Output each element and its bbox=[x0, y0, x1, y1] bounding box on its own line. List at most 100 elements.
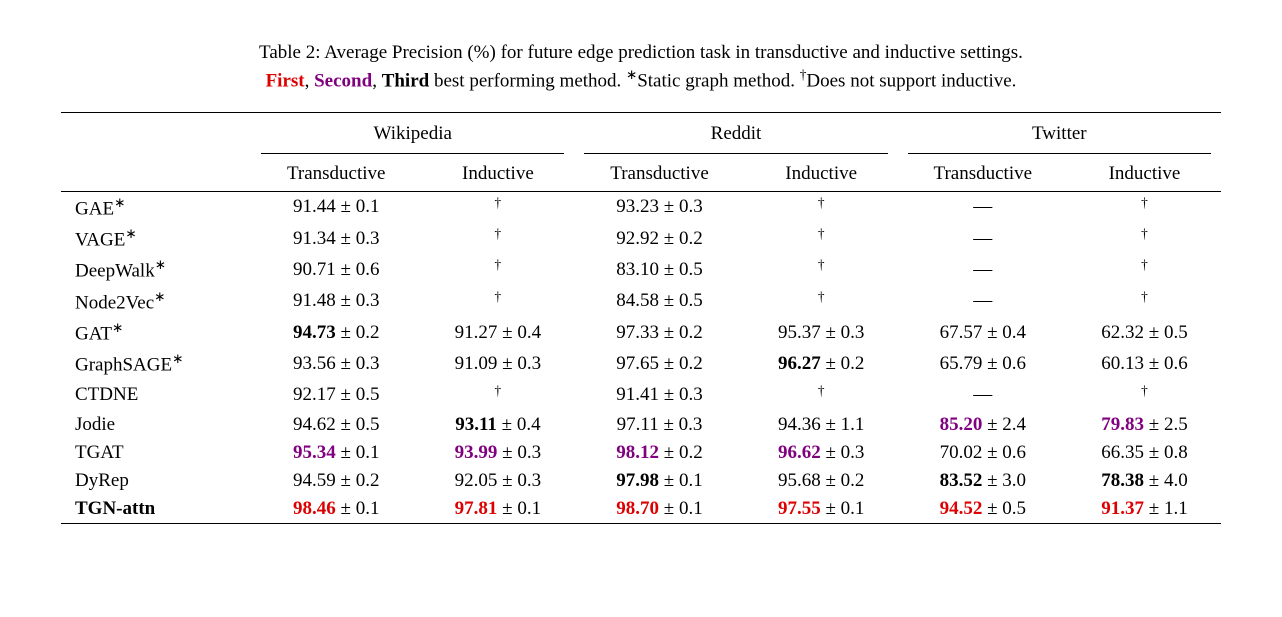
header-dataset: Wikipedia bbox=[251, 112, 574, 151]
table-row: Jodie94.62 ± 0.593.11 ± 0.497.11 ± 0.394… bbox=[61, 411, 1221, 439]
value-cell: 93.11 ± 0.4 bbox=[421, 411, 574, 439]
value-cell: 94.73 ± 0.2 bbox=[251, 317, 421, 348]
method-cell: CTDNE bbox=[61, 380, 251, 411]
value-cell: 65.79 ± 0.6 bbox=[898, 348, 1068, 379]
table-row: GraphSAGE∗93.56 ± 0.391.09 ± 0.397.65 ± … bbox=[61, 348, 1221, 379]
value-cell: 92.05 ± 0.3 bbox=[421, 467, 574, 495]
header-setting: Inductive bbox=[745, 157, 898, 192]
value-cell: 60.13 ± 0.6 bbox=[1068, 348, 1221, 379]
value-cell: † bbox=[1068, 223, 1221, 254]
value-cell: 94.59 ± 0.2 bbox=[251, 467, 421, 495]
value-cell: 84.58 ± 0.5 bbox=[574, 286, 744, 317]
value-cell: 70.02 ± 0.6 bbox=[898, 439, 1068, 467]
value-cell: 90.71 ± 0.6 bbox=[251, 254, 421, 285]
value-cell: † bbox=[745, 286, 898, 317]
method-cell: Jodie bbox=[61, 411, 251, 439]
header-setting: Transductive bbox=[574, 157, 744, 192]
asterisk-icon: ∗ bbox=[112, 320, 123, 335]
dagger-icon: † bbox=[818, 383, 825, 398]
asterisk-icon: ∗ bbox=[154, 289, 165, 304]
table-row: TGN-attn98.46 ± 0.197.81 ± 0.198.70 ± 0.… bbox=[61, 495, 1221, 524]
value-cell: 91.37 ± 1.1 bbox=[1068, 495, 1221, 524]
header-setting: Inductive bbox=[421, 157, 574, 192]
header-setting: Inductive bbox=[1068, 157, 1221, 192]
asterisk-icon: ∗ bbox=[125, 226, 136, 241]
header-empty bbox=[61, 157, 251, 192]
method-cell: VAGE∗ bbox=[61, 223, 251, 254]
value-cell: 94.62 ± 0.5 bbox=[251, 411, 421, 439]
caption-title: Average Precision (%) for future edge pr… bbox=[324, 42, 1023, 63]
value-cell: 83.10 ± 0.5 bbox=[574, 254, 744, 285]
value-cell: † bbox=[421, 286, 574, 317]
table-row: CTDNE92.17 ± 0.5†91.41 ± 0.3†—† bbox=[61, 380, 1221, 411]
caption-first-label: First bbox=[266, 70, 305, 91]
dagger-icon: † bbox=[495, 257, 502, 272]
method-cell: DeepWalk∗ bbox=[61, 254, 251, 285]
asterisk-icon: ∗ bbox=[626, 67, 637, 82]
value-cell: 97.11 ± 0.3 bbox=[574, 411, 744, 439]
value-cell: 93.56 ± 0.3 bbox=[251, 348, 421, 379]
value-cell: 93.99 ± 0.3 bbox=[421, 439, 574, 467]
method-cell: TGAT bbox=[61, 439, 251, 467]
value-cell: 98.12 ± 0.2 bbox=[574, 439, 744, 467]
dagger-icon: † bbox=[495, 289, 502, 304]
dagger-icon: † bbox=[818, 289, 825, 304]
asterisk-icon: ∗ bbox=[155, 257, 166, 272]
value-cell: 79.83 ± 2.5 bbox=[1068, 411, 1221, 439]
table-row: DeepWalk∗90.71 ± 0.6†83.10 ± 0.5†—† bbox=[61, 254, 1221, 285]
value-cell: 66.35 ± 0.8 bbox=[1068, 439, 1221, 467]
value-cell: 91.27 ± 0.4 bbox=[421, 317, 574, 348]
table-row: DyRep94.59 ± 0.292.05 ± 0.397.98 ± 0.195… bbox=[61, 467, 1221, 495]
value-cell: 91.48 ± 0.3 bbox=[251, 286, 421, 317]
dagger-icon: † bbox=[818, 226, 825, 241]
dagger-icon: † bbox=[1141, 383, 1148, 398]
value-cell: † bbox=[421, 380, 574, 411]
method-cell: TGN-attn bbox=[61, 495, 251, 524]
value-cell: 96.62 ± 0.3 bbox=[745, 439, 898, 467]
value-cell: 94.36 ± 1.1 bbox=[745, 411, 898, 439]
dagger-icon: † bbox=[495, 226, 502, 241]
value-cell: † bbox=[421, 191, 574, 223]
value-cell: 97.65 ± 0.2 bbox=[574, 348, 744, 379]
value-cell: — bbox=[898, 254, 1068, 285]
header-dataset: Reddit bbox=[574, 112, 897, 151]
value-cell: 92.17 ± 0.5 bbox=[251, 380, 421, 411]
dagger-icon: † bbox=[1141, 195, 1148, 210]
value-cell: 91.34 ± 0.3 bbox=[251, 223, 421, 254]
table-caption: Table 2: Average Precision (%) for futur… bbox=[60, 40, 1222, 94]
value-cell: † bbox=[745, 380, 898, 411]
caption-note1: Static graph method. bbox=[637, 70, 795, 91]
value-cell: 91.41 ± 0.3 bbox=[574, 380, 744, 411]
value-cell: 92.92 ± 0.2 bbox=[574, 223, 744, 254]
value-cell: 97.81 ± 0.1 bbox=[421, 495, 574, 524]
table-row: TGAT95.34 ± 0.193.99 ± 0.398.12 ± 0.296.… bbox=[61, 439, 1221, 467]
value-cell: † bbox=[1068, 286, 1221, 317]
value-cell: 95.37 ± 0.3 bbox=[745, 317, 898, 348]
value-cell: 83.52 ± 3.0 bbox=[898, 467, 1068, 495]
value-cell: 97.55 ± 0.1 bbox=[745, 495, 898, 524]
value-cell: † bbox=[745, 254, 898, 285]
value-cell: 97.98 ± 0.1 bbox=[574, 467, 744, 495]
table-row: GAE∗91.44 ± 0.1†93.23 ± 0.3†—† bbox=[61, 191, 1221, 223]
value-cell: † bbox=[1068, 380, 1221, 411]
value-cell: — bbox=[898, 286, 1068, 317]
value-cell: 91.09 ± 0.3 bbox=[421, 348, 574, 379]
value-cell: † bbox=[1068, 254, 1221, 285]
value-cell: 93.23 ± 0.3 bbox=[574, 191, 744, 223]
value-cell: 95.34 ± 0.1 bbox=[251, 439, 421, 467]
value-cell: 94.52 ± 0.5 bbox=[898, 495, 1068, 524]
value-cell: 96.27 ± 0.2 bbox=[745, 348, 898, 379]
dagger-icon: † bbox=[1141, 289, 1148, 304]
dagger-icon: † bbox=[818, 195, 825, 210]
value-cell: † bbox=[1068, 191, 1221, 223]
asterisk-icon: ∗ bbox=[172, 351, 183, 366]
method-cell: DyRep bbox=[61, 467, 251, 495]
dagger-icon: † bbox=[818, 257, 825, 272]
value-cell: † bbox=[421, 223, 574, 254]
caption-second-label: Second bbox=[314, 70, 372, 91]
caption-label: Table 2: bbox=[259, 42, 320, 63]
caption-note2: Does not support inductive. bbox=[806, 70, 1016, 91]
header-setting: Transductive bbox=[898, 157, 1068, 192]
header-empty bbox=[61, 112, 251, 151]
value-cell: 85.20 ± 2.4 bbox=[898, 411, 1068, 439]
